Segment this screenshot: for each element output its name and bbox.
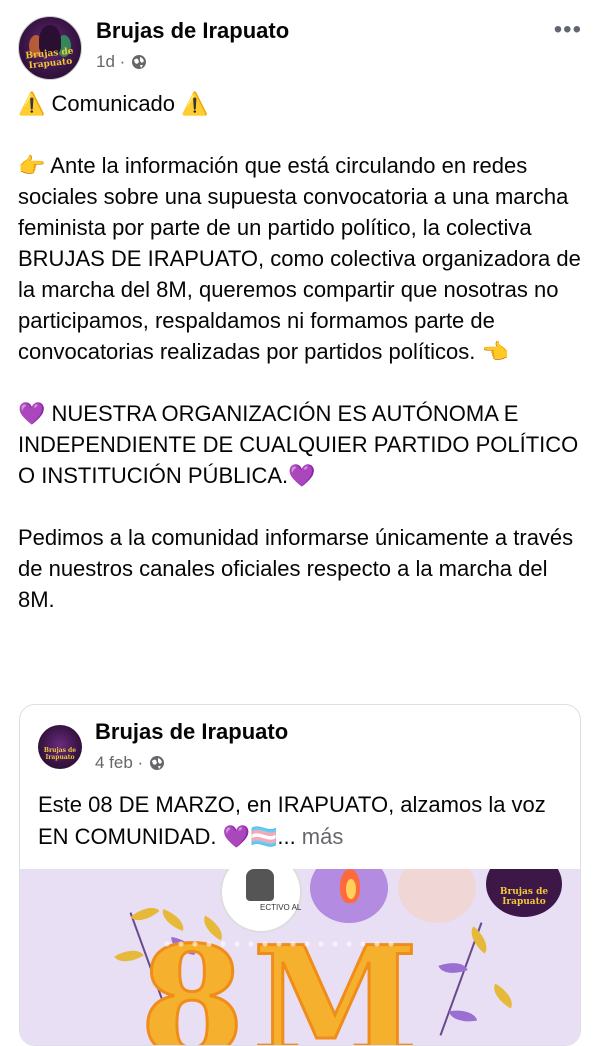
post-paragraph: ⚠️ Comunicado ⚠️ <box>18 91 209 116</box>
shared-post-body: Este 08 DE MARZO, en IRAPUATO, alzamos l… <box>38 792 546 849</box>
brujas-logo-text: Brujas de Irapuato <box>499 887 549 907</box>
post-body: ⚠️ Comunicado ⚠️ 👉 Ante la información q… <box>18 88 588 615</box>
fist-icon <box>246 869 274 901</box>
more-options-icon[interactable]: ••• <box>554 16 582 44</box>
post-paragraph: 💜 NUESTRA ORGANIZACIÓN ES AUTÓNOMA E IND… <box>18 401 579 488</box>
shared-post-meta: 4 feb · <box>95 753 165 773</box>
shared-post-time[interactable]: 4 feb · <box>95 753 143 773</box>
flame-inner-icon <box>346 879 356 899</box>
see-more-link[interactable]: más <box>296 824 344 849</box>
post-paragraph: Pedimos a la comunidad informarse únicam… <box>18 525 574 612</box>
post-time[interactable]: 1d · <box>96 52 125 72</box>
globe-icon <box>132 55 147 69</box>
post-header: Brujas de Irapuato Brujas de Irapuato 1d… <box>18 16 588 80</box>
shared-page-avatar[interactable]: Brujas de Irapuato <box>38 725 82 769</box>
leaf-decoration <box>488 983 518 1009</box>
shared-post-image[interactable]: ECTIVO AL Brujas de Irapuato 8M <box>20 869 580 1045</box>
shared-page-name[interactable]: Brujas de Irapuato <box>95 719 288 745</box>
post-paragraph: 👉 Ante la información que está circuland… <box>18 153 581 364</box>
leaf-decoration <box>448 1006 478 1026</box>
shared-post-card[interactable]: Brujas de Irapuato Brujas de Irapuato 4 … <box>19 704 581 1046</box>
page-name[interactable]: Brujas de Irapuato <box>96 18 289 44</box>
post-meta: 1d · <box>96 52 147 72</box>
brujas-logo-circle: Brujas de Irapuato <box>486 869 562 917</box>
page-avatar[interactable]: Brujas de Irapuato <box>18 16 82 80</box>
globe-icon <box>150 756 165 770</box>
dot-pattern <box>160 939 400 949</box>
shared-post-text: Este 08 DE MARZO, en IRAPUATO, alzamos l… <box>38 789 558 853</box>
shared-avatar-logo-text: Brujas de Irapuato <box>43 747 77 761</box>
collective-logo-text: ECTIVO AL <box>260 903 302 912</box>
